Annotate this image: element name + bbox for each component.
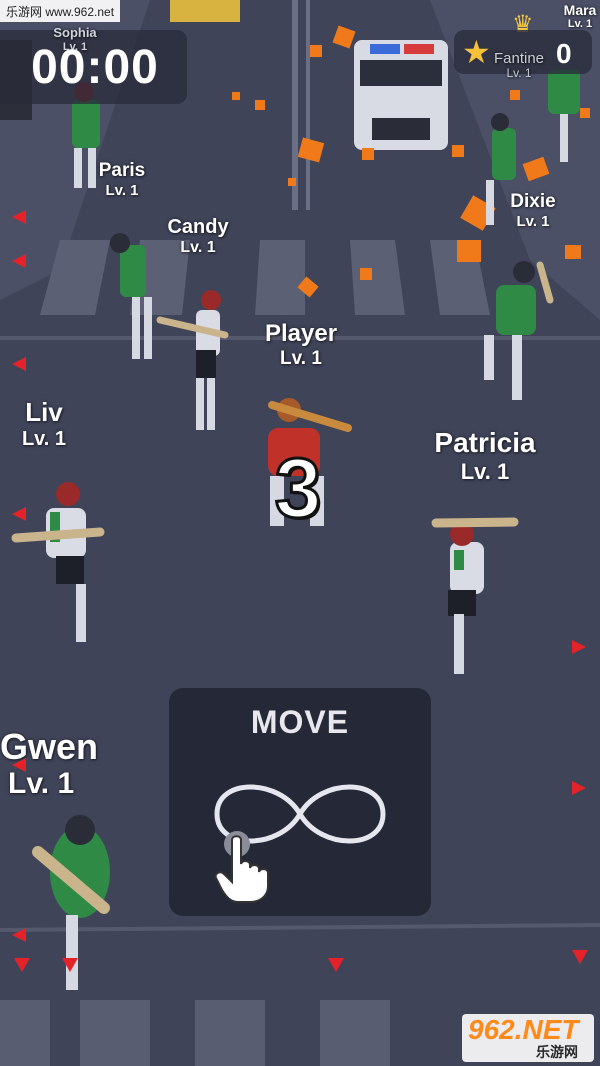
player-label-paris: Paris Lv. 1 bbox=[82, 160, 162, 199]
player-name: Patricia bbox=[434, 427, 536, 458]
offscreen-indicator-icon bbox=[12, 254, 26, 268]
player-label-candy: Candy Lv. 1 bbox=[153, 216, 243, 257]
player-label-dixie: Dixie Lv. 1 bbox=[497, 191, 569, 230]
player-level: Lv. 1 bbox=[567, 18, 593, 31]
offscreen-indicator-icon bbox=[12, 507, 26, 521]
player-level: Lv. 1 bbox=[516, 212, 550, 230]
player-name: Sophia bbox=[53, 25, 97, 40]
game-scene[interactable]: 乐游网 www.962.net Sophia Lv. 1 00:00 ♛ ★ F… bbox=[0, 0, 600, 1066]
player-level: Lv. 1 bbox=[105, 181, 139, 199]
player-name: Liv bbox=[25, 397, 63, 427]
player-name: Player bbox=[264, 320, 338, 347]
offscreen-indicator-icon bbox=[12, 210, 26, 224]
match-timer: 00:00 bbox=[31, 41, 159, 94]
player-level: Lv. 1 bbox=[460, 459, 510, 485]
offscreen-indicator-icon bbox=[62, 958, 78, 972]
offscreen-indicator-icon bbox=[572, 781, 586, 795]
offscreen-indicator-icon bbox=[12, 357, 26, 371]
player-label-patricia: Patricia Lv. 1 bbox=[420, 427, 550, 484]
player-level: Lv. 1 bbox=[180, 239, 216, 256]
infinity-gesture-icon bbox=[214, 784, 386, 857]
player-level: Lv. 1 bbox=[8, 767, 75, 801]
offscreen-indicator-icon bbox=[328, 958, 344, 972]
offscreen-indicator-icon bbox=[572, 640, 586, 654]
player-label-self: Player Lv. 1 bbox=[236, 320, 366, 369]
player-name: Candy bbox=[167, 216, 229, 238]
watermark-top: 乐游网 www.962.net bbox=[0, 0, 121, 22]
score-player-level: Lv. 1 bbox=[506, 66, 532, 81]
player-name: Paris bbox=[98, 160, 146, 181]
offscreen-indicator-icon bbox=[572, 950, 588, 964]
player-name: Dixie bbox=[510, 191, 556, 212]
score-player-name: Fantine bbox=[493, 50, 545, 67]
watermark-logo-subtext: 乐游网 bbox=[536, 1044, 578, 1060]
offscreen-indicator-icon bbox=[12, 758, 26, 772]
player-level: Lv. 1 bbox=[21, 427, 67, 450]
offscreen-indicator-icon bbox=[14, 958, 30, 972]
player-label-liv: Liv Lv. 1 bbox=[0, 397, 88, 451]
score-value: 0 bbox=[556, 38, 572, 69]
hand-pointer-icon bbox=[214, 835, 269, 903]
score-player: Fantine Lv. 1 bbox=[486, 50, 552, 81]
offscreen-indicator-icon bbox=[12, 928, 26, 942]
player-level: Lv. 1 bbox=[280, 347, 322, 369]
player-name: Mara bbox=[563, 2, 597, 18]
player-label-mara: Mara Lv. 1 bbox=[555, 2, 600, 31]
countdown-number: 3 bbox=[273, 440, 323, 537]
